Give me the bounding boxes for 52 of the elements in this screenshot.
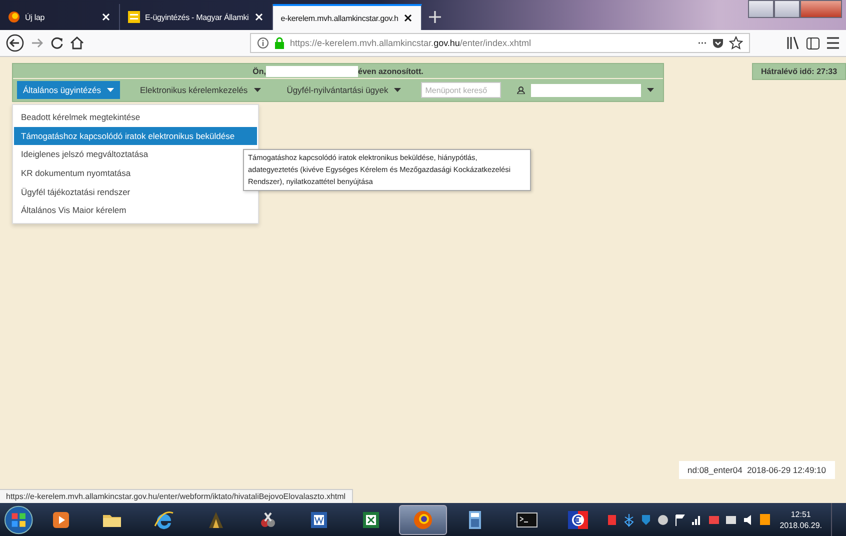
server-info: nd:08_enter04 2018-06-29 12:49:10	[678, 461, 835, 479]
speaker-icon[interactable]	[742, 512, 754, 526]
more-button[interactable]: ···	[698, 38, 707, 48]
menu-item[interactable]: Támogatáshoz kapcsolódó iratok elektronikus beküldése	[14, 126, 257, 146]
bluetooth-icon[interactable]	[622, 512, 635, 526]
url-text: https://e-kerelem.mvh.allamkincstar.gov.hu/enter/index.xhtml	[290, 38, 531, 48]
library-icon[interactable]	[787, 36, 800, 50]
identity-text: Ön,	[252, 66, 266, 76]
sidebar-icon[interactable]	[806, 36, 820, 50]
menu-tab[interactable]: Elektronikus kérelemkezelés	[134, 81, 267, 99]
tab-title: Új lap	[25, 12, 45, 22]
shield-icon[interactable]	[640, 512, 652, 526]
home-icon[interactable]	[70, 36, 84, 50]
caret-icon[interactable]	[647, 88, 654, 92]
identity-text: éven azonosított.	[358, 66, 424, 76]
address-bar[interactable]: https://e-kerelem.mvh.allamkincstar.gov.hu/enter/index.xhtml ···	[250, 33, 750, 53]
tab-title: E-ügyintézés - Magyar Államki	[145, 12, 249, 22]
status-url: https://e-kerelem.mvh.allamkincstar.gov.hu/enter/webform/iktato/hivataliBejovoElovalaszto.xhtml	[0, 489, 353, 503]
taskbar-button[interactable]	[398, 504, 448, 534]
lock-icon	[274, 37, 285, 49]
back-icon[interactable]	[6, 34, 24, 52]
menu-icon[interactable]	[826, 36, 840, 50]
star-icon[interactable]	[729, 36, 743, 50]
browser-tab[interactable]: e-kerelem.mvh.allamkincstar.gov.h	[272, 4, 422, 30]
info-icon[interactable]	[257, 37, 269, 49]
firefox-icon	[412, 508, 434, 530]
close-button[interactable]	[800, 0, 842, 18]
maximize-button[interactable]	[774, 0, 800, 18]
minimize-button[interactable]	[748, 0, 774, 18]
start-button[interactable]	[4, 504, 34, 534]
browser-e-icon	[153, 508, 176, 530]
user-icon	[517, 86, 526, 94]
caret-icon	[254, 88, 261, 92]
session-timer: Hátralévő idő: 27:33	[761, 67, 838, 76]
flag-icon[interactable]	[674, 512, 686, 526]
tab-title: e-kerelem.mvh.allamkincstar.gov.h	[280, 14, 398, 22]
caret-icon	[394, 88, 402, 92]
euro-icon	[567, 508, 590, 530]
forward-icon[interactable]	[30, 36, 44, 50]
firefox-icon	[8, 11, 20, 23]
close-icon[interactable]	[403, 13, 414, 23]
search-field[interactable]: Menüpont kereső	[421, 82, 502, 98]
reload-icon[interactable]	[50, 36, 64, 50]
pocket-icon[interactable]	[712, 37, 724, 49]
menu-item[interactable]: Általános Vis Maior kérelem	[14, 200, 257, 220]
menu-tab[interactable]: Általános ügyintézés	[17, 81, 120, 99]
menu-tab[interactable]: Ügyfél-nyilvántartási ügyek	[280, 81, 408, 99]
menu-item[interactable]: Beadott kérelmek megtekintése	[14, 108, 257, 127]
caret-icon	[106, 88, 114, 92]
clock[interactable]: 12:51 2018.06.29.	[780, 508, 822, 530]
new-tab-icon[interactable]	[428, 10, 442, 24]
page-icon	[128, 11, 140, 23]
